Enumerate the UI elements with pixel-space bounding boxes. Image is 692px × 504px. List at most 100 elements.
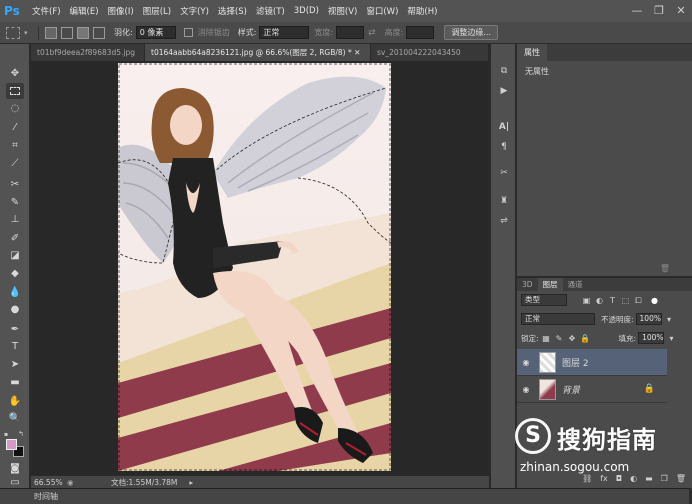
tab-document-3[interactable]: sv_2010042220434​50 bbox=[371, 44, 489, 61]
pen-tool-icon[interactable]: ✒ bbox=[6, 322, 24, 338]
lock-position-icon[interactable]: ✥ bbox=[567, 333, 578, 344]
lock-pixels-icon[interactable]: ✎ bbox=[554, 333, 565, 344]
mask-icon[interactable]: ◘ bbox=[616, 474, 622, 483]
hand-tool-icon[interactable]: ✋ bbox=[6, 394, 24, 410]
blend-mode-select[interactable]: 正常 bbox=[521, 313, 595, 325]
tool-presets-icon[interactable]: ✂ bbox=[497, 166, 511, 180]
history-panel-icon[interactable]: ⧉ bbox=[497, 64, 511, 78]
paragraph-panel-icon[interactable]: ¶ bbox=[497, 140, 511, 154]
tab-3d[interactable]: 3D bbox=[517, 278, 538, 291]
tab-document-1[interactable]: t01bf9deea2f89683d5.jpg bbox=[31, 44, 145, 61]
menu-help[interactable]: 帮助(H) bbox=[407, 5, 437, 17]
history-brush-icon[interactable]: ✐ bbox=[6, 231, 24, 247]
info-icon[interactable]: ◉ bbox=[67, 478, 77, 487]
move-tool-icon[interactable]: ✥ bbox=[6, 66, 24, 82]
layer-name[interactable]: 背景 bbox=[562, 383, 580, 396]
healing-brush-icon[interactable]: ✂ bbox=[6, 177, 24, 193]
menu-filter[interactable]: 滤镜(T) bbox=[256, 5, 285, 17]
clone-stamp-icon[interactable]: ⊥ bbox=[6, 212, 24, 228]
menu-image[interactable]: 图像(I) bbox=[108, 5, 134, 17]
close-button[interactable]: ✕ bbox=[670, 0, 692, 22]
trash-icon[interactable]: 🗑 bbox=[676, 474, 686, 483]
swap-icon[interactable]: ⇄ bbox=[368, 28, 376, 38]
eye-icon[interactable]: ◉ bbox=[517, 385, 535, 394]
filter-shape-icon[interactable]: ⬚ bbox=[620, 295, 631, 306]
timeline-label[interactable]: 时间轴 bbox=[34, 491, 58, 502]
menu-type[interactable]: 文字(Y) bbox=[180, 5, 209, 17]
fill-dropdown-icon[interactable]: ▾ bbox=[666, 333, 677, 344]
tab-document-2[interactable]: t0164aabb64a8236121.jpg @ 66.6%(图层 2, RG… bbox=[145, 44, 371, 61]
add-selection-icon[interactable] bbox=[61, 26, 73, 39]
menu-layer[interactable]: 图层(L) bbox=[143, 5, 171, 17]
path-selection-icon[interactable]: ➤ bbox=[6, 357, 24, 373]
filter-smart-icon[interactable]: ⧠ bbox=[633, 295, 644, 306]
tool-preset-dropdown-icon[interactable]: ▾ bbox=[24, 29, 32, 37]
minimize-button[interactable]: — bbox=[626, 0, 648, 22]
antialias-checkbox[interactable] bbox=[183, 28, 193, 37]
layer-filter-select[interactable]: 类型 bbox=[521, 294, 567, 306]
filter-adjustment-icon[interactable]: ◐ bbox=[594, 295, 605, 306]
properties-trash-icon[interactable]: 🗑 bbox=[660, 264, 670, 273]
paint-bucket-icon[interactable]: ◆ bbox=[6, 266, 24, 282]
menu-file[interactable]: 文件(F) bbox=[32, 5, 61, 17]
layer-row-layer2[interactable]: ◉ 图层 2 bbox=[517, 349, 667, 376]
tab-properties[interactable]: 属性 bbox=[517, 44, 547, 61]
filter-type-icon[interactable]: T bbox=[607, 295, 618, 306]
menu-view[interactable]: 视图(V) bbox=[328, 5, 357, 17]
lock-all-icon[interactable]: 🔒 bbox=[580, 333, 591, 344]
fx-icon[interactable]: fx bbox=[600, 474, 608, 483]
character-panel-icon[interactable]: A| bbox=[497, 120, 511, 134]
zoom-tool-icon[interactable]: 🔍 bbox=[6, 411, 24, 427]
restore-button[interactable]: ❐ bbox=[648, 0, 670, 22]
canvas-photo[interactable] bbox=[118, 63, 391, 471]
link-icon[interactable]: ⛓ bbox=[582, 474, 592, 483]
style-select[interactable]: 正常 bbox=[259, 26, 310, 39]
crop-tool-icon[interactable]: ⌗ bbox=[6, 138, 24, 154]
folder-icon[interactable]: ▬ bbox=[645, 474, 653, 483]
layer-name[interactable]: 图层 2 bbox=[562, 356, 589, 369]
menu-3d[interactable]: 3D(D) bbox=[294, 6, 319, 16]
shape-tool-icon[interactable]: ▬ bbox=[6, 375, 24, 391]
rectangular-marquee-icon[interactable] bbox=[6, 83, 24, 99]
adjust-panel-icon[interactable]: ⇌ bbox=[497, 214, 511, 228]
tab-channels[interactable]: 通道 bbox=[563, 278, 588, 291]
fill-input[interactable]: 100% bbox=[638, 332, 665, 344]
lock-transparent-icon[interactable]: ▦ bbox=[541, 333, 552, 344]
layer-row-background[interactable]: ◉ 背景 🔒 bbox=[517, 376, 667, 403]
dodge-tool-icon[interactable]: ● bbox=[6, 302, 24, 318]
marquee-tool-icon[interactable] bbox=[6, 26, 20, 39]
adjustment-icon[interactable]: ◐ bbox=[630, 474, 637, 483]
menu-window[interactable]: 窗口(W) bbox=[366, 5, 398, 17]
zoom-level[interactable]: 66.55% bbox=[31, 478, 67, 487]
new-selection-icon[interactable] bbox=[45, 26, 57, 39]
filter-toggle-icon[interactable]: ● bbox=[649, 295, 660, 306]
intersect-selection-icon[interactable] bbox=[93, 26, 105, 39]
filter-pixel-icon[interactable]: ▣ bbox=[581, 295, 592, 306]
menu-select[interactable]: 选择(S) bbox=[218, 5, 247, 17]
opacity-input[interactable]: 100% bbox=[635, 313, 662, 325]
menu-edit[interactable]: 编辑(E) bbox=[70, 5, 99, 17]
blur-tool-icon[interactable]: 💧 bbox=[6, 285, 24, 301]
status-menu-arrow-icon[interactable]: ▸ bbox=[189, 478, 193, 487]
brush-tool-icon[interactable]: ✎ bbox=[6, 195, 24, 211]
lasso-tool-icon[interactable]: ◌ bbox=[6, 101, 24, 117]
eye-icon[interactable]: ◉ bbox=[517, 358, 535, 367]
quick-mask-icon[interactable]: ◙ bbox=[6, 461, 24, 477]
width-input[interactable] bbox=[336, 26, 365, 39]
eraser-tool-icon[interactable]: ◪ bbox=[6, 248, 24, 264]
opacity-dropdown-icon[interactable]: ▾ bbox=[664, 314, 675, 325]
default-colors-icon[interactable]: ▪ bbox=[4, 431, 12, 438]
foreground-color-swatch[interactable] bbox=[6, 439, 17, 450]
brush-panel-icon[interactable]: ♜ bbox=[497, 194, 511, 208]
tab-layers[interactable]: 图层 bbox=[537, 278, 563, 291]
quick-selection-icon[interactable]: ⁄ bbox=[6, 120, 24, 136]
eyedropper-icon[interactable]: ⟋ bbox=[6, 156, 24, 172]
refine-edge-button[interactable]: 调整边缘... bbox=[444, 25, 498, 40]
actions-panel-icon[interactable]: ▶ bbox=[497, 84, 511, 98]
new-layer-icon[interactable]: ❐ bbox=[661, 474, 668, 483]
feather-input[interactable]: 0 像素 bbox=[135, 26, 176, 39]
screen-mode-icon[interactable]: ▭ bbox=[6, 478, 24, 488]
subtract-selection-icon[interactable] bbox=[77, 26, 89, 39]
swap-colors-icon[interactable]: ↰ bbox=[18, 430, 24, 438]
height-input[interactable] bbox=[406, 26, 435, 39]
